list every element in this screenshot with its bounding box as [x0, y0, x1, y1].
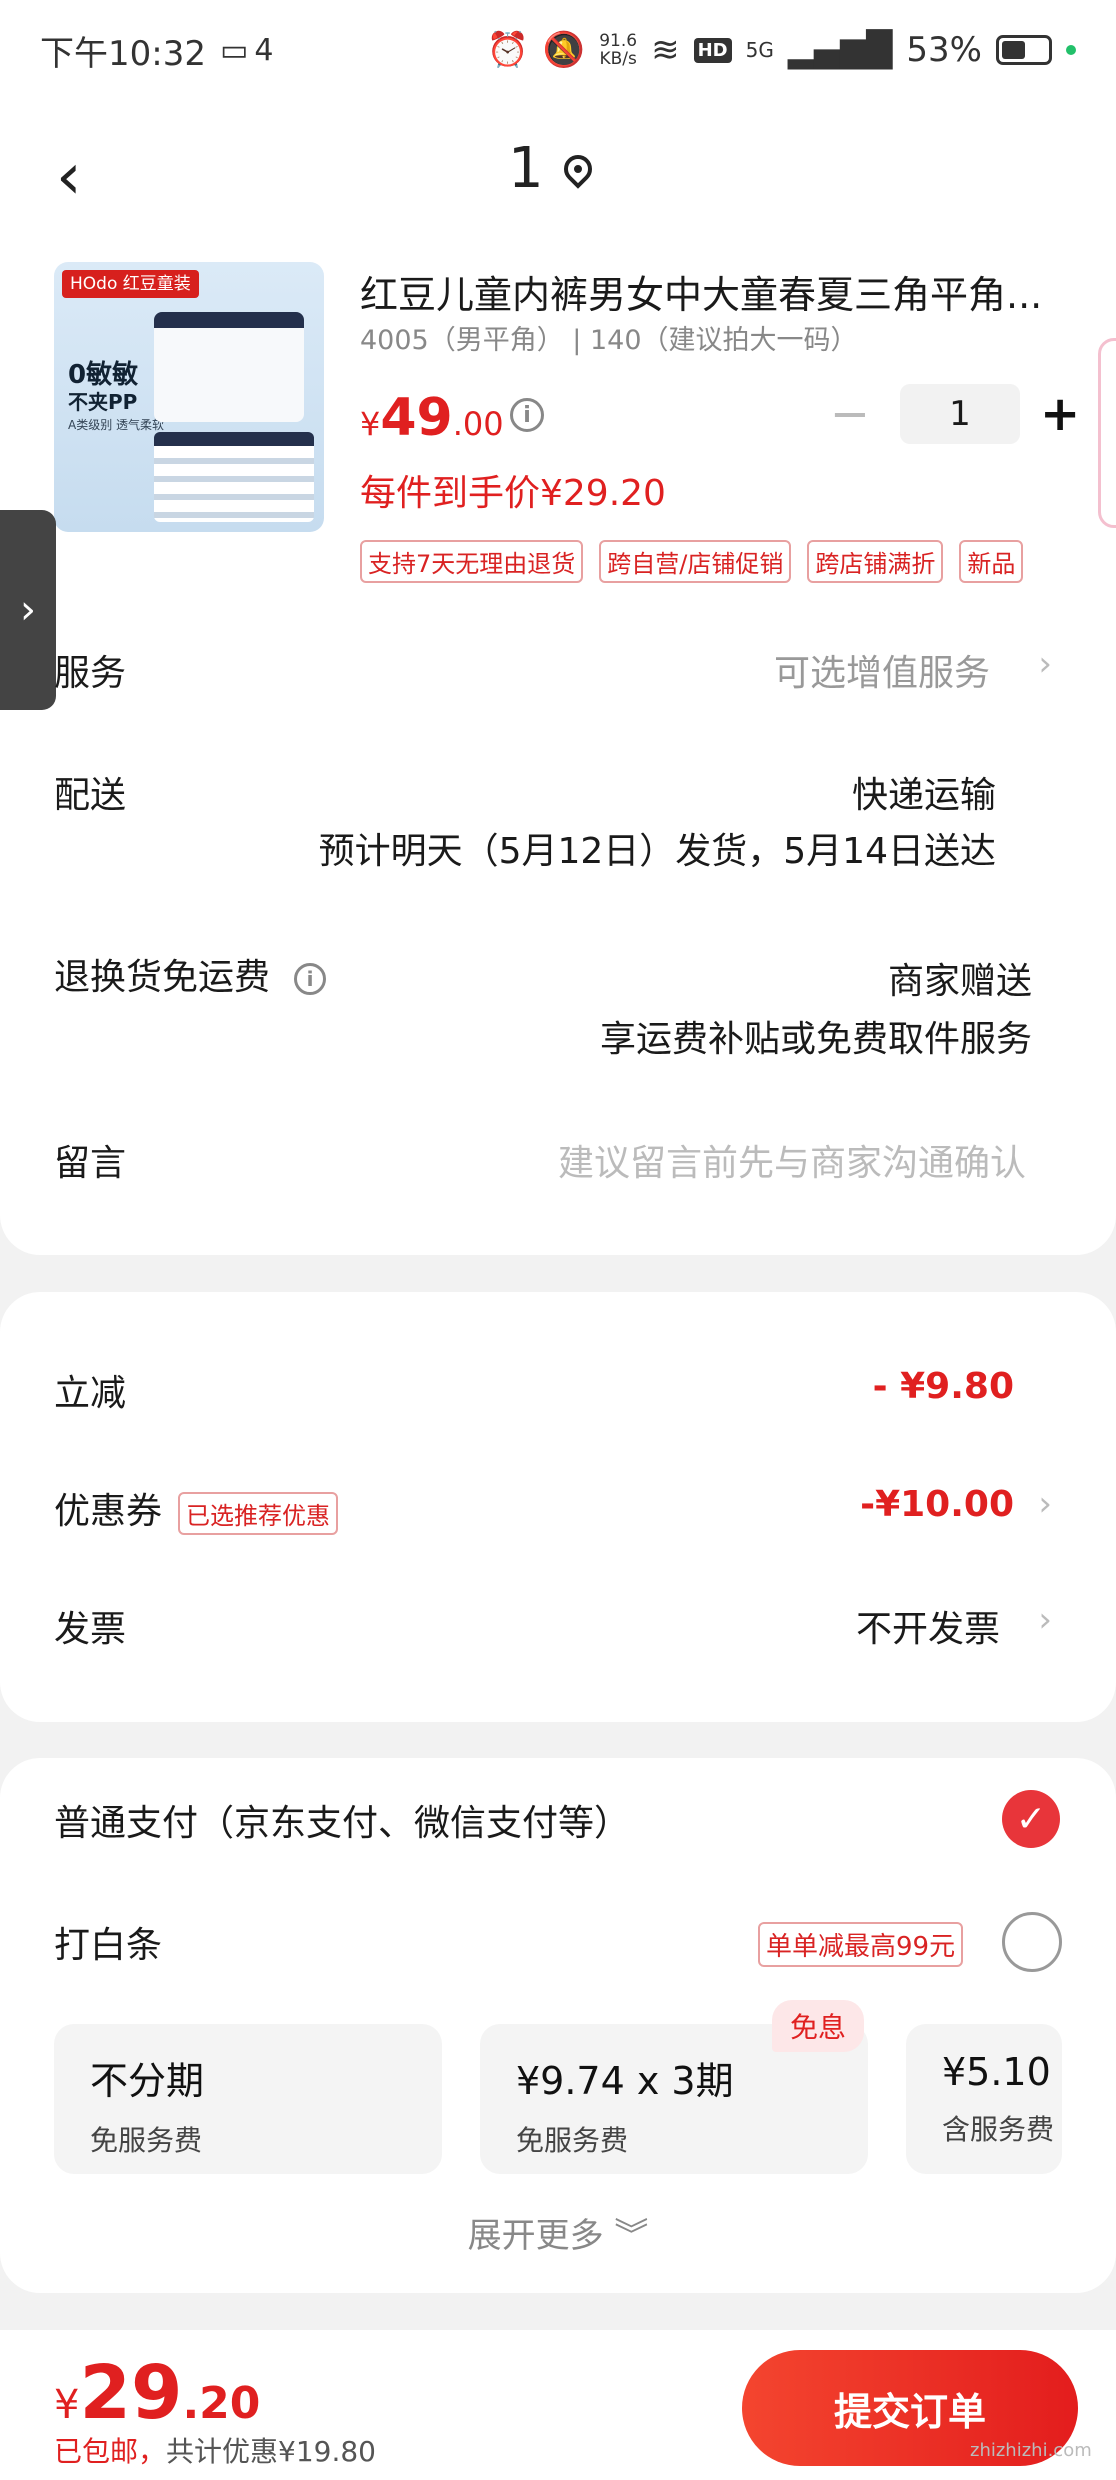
- shipping-free: 已包邮，: [54, 2435, 167, 2468]
- battery-percent: 53%: [906, 30, 982, 70]
- saved-amount: 共计优惠¥19.80: [166, 2435, 376, 2468]
- tag-new: 新品: [959, 540, 1024, 583]
- expand-more-button[interactable]: 展开更多 ︾: [0, 2208, 1116, 2257]
- privacy-indicator-dot: [1066, 45, 1076, 55]
- product-title[interactable]: 红豆儿童内裤男女中大童春夏三角平角...: [360, 264, 1060, 319]
- delivery-label: 配送: [54, 775, 127, 816]
- message-icon: ▭: [219, 32, 249, 68]
- return-label-text: 退换货免运费: [54, 957, 271, 998]
- checkmark-icon[interactable]: ✓: [1002, 1790, 1060, 1848]
- nav-bar: ‹ 1: [0, 100, 1116, 240]
- plan-sub: 免服务费: [516, 2124, 629, 2157]
- network-speed: 91.6 KB/s: [599, 32, 637, 68]
- price-integer: 49: [380, 388, 453, 448]
- order-confirm-page: 下午10:32 ▭ 4 ⏰ 🔕 91.6 KB/s ≋ HD 5G ▂▄▆█ 53…: [0, 0, 1116, 2480]
- plan-title: ¥5.10 x: [942, 2050, 1062, 2094]
- interest-free-badge: 免息: [772, 2000, 865, 2052]
- status-bar: 下午10:32 ▭ 4 ⏰ 🔕 91.6 KB/s ≋ HD 5G ▂▄▆█ 53…: [0, 0, 1116, 100]
- tag-promo: 跨自营/店铺促销: [599, 540, 792, 583]
- message-count: 4: [254, 32, 274, 68]
- product-image[interactable]: HOdo 红豆童装 0敏敏 不夹PP A类级别 透气柔软: [54, 262, 324, 532]
- baitiao-label[interactable]: 打白条: [54, 1916, 162, 1968]
- normal-payment-label[interactable]: 普通支付（京东支付、微信支付等）: [54, 1794, 630, 1846]
- battery-icon: [996, 35, 1052, 65]
- plan-sub: 免服务费: [90, 2124, 203, 2157]
- side-expand-tab[interactable]: ›: [0, 510, 56, 710]
- shorts-illustration: [154, 312, 304, 422]
- quantity-stepper: − 1 +: [820, 384, 1080, 444]
- product-spec[interactable]: 4005（男平角） | 140（建议拍大一码）: [360, 318, 858, 357]
- invoice-label: 发票: [54, 1609, 127, 1650]
- alarm-icon: ⏰: [486, 30, 529, 70]
- product-tags: 支持7天无理由退货 跨自营/店铺促销 跨店铺满折 新品: [360, 540, 1024, 583]
- address-text: 1: [508, 136, 544, 201]
- chevron-right-icon: ›: [20, 587, 36, 633]
- wifi-icon: ≋: [651, 30, 680, 70]
- delivery-time: 预计明天（5月12日）发货，5月14日送达: [318, 831, 996, 872]
- total-integer: 29: [79, 2350, 183, 2436]
- decrease-button[interactable]: −: [820, 386, 880, 442]
- coupon-label-text: 优惠券: [54, 1491, 163, 1532]
- network-type: 5G: [745, 38, 774, 62]
- instant-discount-label: 立减: [54, 1373, 127, 1414]
- return-value: 商家赠送: [887, 961, 1032, 1002]
- plan-title: ¥9.74 x 3期: [516, 2059, 734, 2103]
- service-value[interactable]: 可选增值服务: [774, 644, 990, 696]
- total-subtext: 已包邮，共计优惠¥19.80: [54, 2430, 376, 2470]
- installment-option-none[interactable]: 不分期 免服务费: [54, 2024, 442, 2174]
- chevron-right-icon[interactable]: ›: [1038, 644, 1052, 684]
- increase-button[interactable]: +: [1040, 386, 1080, 442]
- baitiao-promo-tag: 单单减最高99元: [758, 1922, 964, 1967]
- price-info-icon[interactable]: i: [510, 398, 544, 432]
- battery-fill: [1002, 41, 1025, 59]
- message-label: 留言: [54, 1143, 127, 1184]
- coupon-value[interactable]: -¥10.00: [860, 1484, 1014, 1525]
- location-pin-icon: [557, 148, 598, 189]
- status-time: 下午10:32: [40, 33, 206, 74]
- image-caption-3: A类级别 透气柔软: [68, 418, 165, 432]
- return-service: 享运费补贴或免费取件服务: [599, 1019, 1032, 1060]
- instant-discount-value: - ¥9.80: [872, 1366, 1014, 1407]
- total-price: ¥29.20: [54, 2350, 260, 2436]
- tag-return: 支持7天无理由退货: [360, 540, 584, 583]
- message-input[interactable]: 建议留言前先与商家沟通确认: [558, 1134, 1026, 1186]
- price-symbol: ¥: [360, 405, 381, 443]
- quantity-input[interactable]: 1: [900, 384, 1020, 444]
- coupon-tag: 已选推荐优惠: [178, 1491, 339, 1535]
- price-decimal: .00: [452, 405, 504, 443]
- address-title[interactable]: 1: [508, 136, 598, 201]
- unit-price: 每件到手价¥29.20: [360, 473, 666, 514]
- signal-icon: ▂▄▆█: [787, 30, 893, 70]
- hd-icon: HD: [693, 37, 732, 63]
- shorts-illustration-2: [154, 432, 314, 522]
- return-label: 退换货免运费 i: [54, 948, 327, 1000]
- speed-value: 91.6: [599, 31, 638, 51]
- total-decimal: .20: [182, 2378, 261, 2429]
- speed-unit: KB/s: [599, 49, 637, 69]
- info-icon[interactable]: i: [294, 963, 327, 995]
- total-symbol: ¥: [54, 2382, 80, 2428]
- product-price: ¥49.00: [360, 388, 504, 448]
- mute-icon: 🔕: [542, 30, 586, 70]
- chevron-right-icon[interactable]: ›: [1038, 1600, 1052, 1640]
- status-icons: ⏰ 🔕 91.6 KB/s ≋ HD 5G ▂▄▆█ 53%: [487, 30, 1076, 70]
- chevron-right-icon[interactable]: ›: [1038, 1484, 1052, 1524]
- service-label: 服务: [54, 653, 127, 694]
- back-button[interactable]: ‹: [56, 140, 82, 214]
- image-caption-2: 不夹PP: [68, 390, 138, 414]
- watermark: zhizhizhi.com: [970, 2440, 1092, 2461]
- edge-float-tab[interactable]: [1098, 338, 1116, 528]
- plan-sub: 含服务费: [942, 2113, 1055, 2146]
- installment-option-6[interactable]: ¥5.10 x 含服务费: [906, 2024, 1062, 2174]
- delivery-method[interactable]: 快递运输: [852, 766, 996, 818]
- brand-logo: HOdo 红豆童装: [62, 270, 199, 298]
- tag-discount: 跨店铺满折: [807, 540, 944, 583]
- coupon-label: 优惠券 已选推荐优惠: [54, 1482, 339, 1535]
- plan-title: 不分期: [90, 2059, 205, 2103]
- invoice-value[interactable]: 不开发票: [856, 1600, 1000, 1652]
- baitiao-radio[interactable]: [1002, 1912, 1062, 1972]
